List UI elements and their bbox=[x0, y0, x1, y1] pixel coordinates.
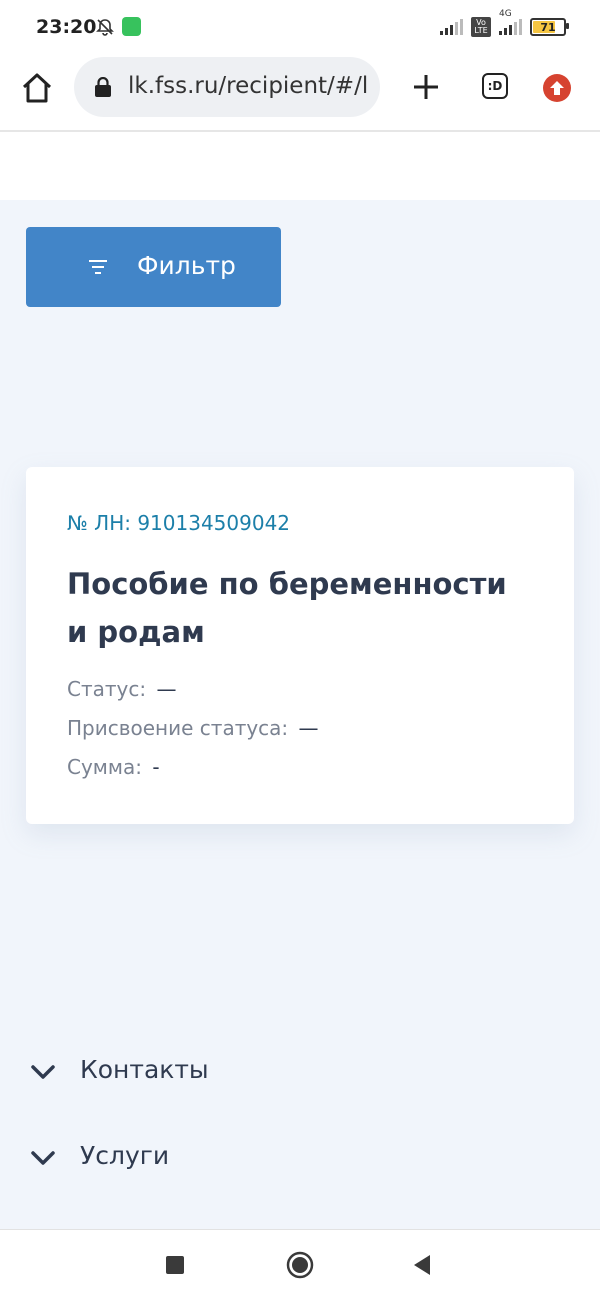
address-bar[interactable]: lk.fss.ru/recipient/#/l bbox=[74, 57, 380, 117]
recent-apps-icon[interactable] bbox=[166, 1256, 184, 1274]
status-assign-field: Присвоение статуса: — bbox=[67, 716, 319, 740]
signal-icon-2 bbox=[499, 19, 522, 35]
volte-icon: Vo LTE bbox=[471, 17, 491, 37]
contacts-accordion[interactable]: Контакты bbox=[30, 1055, 570, 1095]
status-bar: 23:20 Vo LTE 4G 71 bbox=[0, 0, 600, 56]
status-field: Статус: — bbox=[67, 677, 176, 701]
status-indicators: Vo LTE 4G 71 bbox=[440, 9, 569, 37]
home-icon[interactable] bbox=[20, 71, 54, 105]
status-label: Статус: bbox=[67, 677, 147, 701]
page-header-area bbox=[0, 132, 600, 200]
sum-label: Сумма: bbox=[67, 755, 142, 779]
bell-off-icon bbox=[96, 19, 114, 36]
status-time: 23:20 bbox=[36, 16, 97, 38]
services-label: Услуги bbox=[80, 1141, 170, 1170]
sum-field: Сумма: - bbox=[67, 755, 160, 779]
sick-leave-number[interactable]: № ЛН: 910134509042 bbox=[67, 511, 290, 535]
contacts-label: Контакты bbox=[80, 1055, 209, 1084]
lock-icon bbox=[95, 77, 111, 97]
app-notification-icon bbox=[122, 17, 141, 36]
benefit-card[interactable]: № ЛН: 910134509042 Пособие по беременнос… bbox=[26, 467, 574, 824]
chevron-down-icon bbox=[31, 1065, 55, 1079]
battery-level: 71 bbox=[540, 20, 556, 34]
battery-icon: 71 bbox=[530, 18, 569, 36]
sum-value: - bbox=[152, 755, 160, 779]
tabs-button[interactable]: :D bbox=[482, 73, 508, 99]
update-icon[interactable] bbox=[543, 74, 571, 102]
system-nav-bar bbox=[0, 1229, 600, 1300]
status-assign-label: Присвоение статуса: bbox=[67, 716, 289, 740]
status-value: — bbox=[156, 677, 177, 701]
url-text: lk.fss.ru/recipient/#/l bbox=[128, 73, 369, 99]
filter-label: Фильтр bbox=[137, 251, 236, 280]
benefit-title: Пособие по беременности и родам bbox=[67, 567, 507, 649]
filter-button[interactable]: Фильтр bbox=[26, 227, 281, 307]
arrow-up-icon bbox=[550, 81, 564, 95]
browser-toolbar: lk.fss.ru/recipient/#/l :D bbox=[0, 56, 600, 132]
new-tab-icon[interactable] bbox=[410, 71, 442, 103]
filter-icon bbox=[89, 260, 107, 274]
services-accordion[interactable]: Услуги bbox=[30, 1141, 570, 1181]
status-assign-value: — bbox=[298, 716, 319, 740]
home-circle-icon[interactable] bbox=[286, 1251, 314, 1279]
chevron-down-icon bbox=[31, 1151, 55, 1165]
back-icon[interactable] bbox=[413, 1254, 431, 1276]
signal-icon bbox=[440, 19, 463, 35]
network-4g-icon: 4G bbox=[499, 9, 522, 35]
